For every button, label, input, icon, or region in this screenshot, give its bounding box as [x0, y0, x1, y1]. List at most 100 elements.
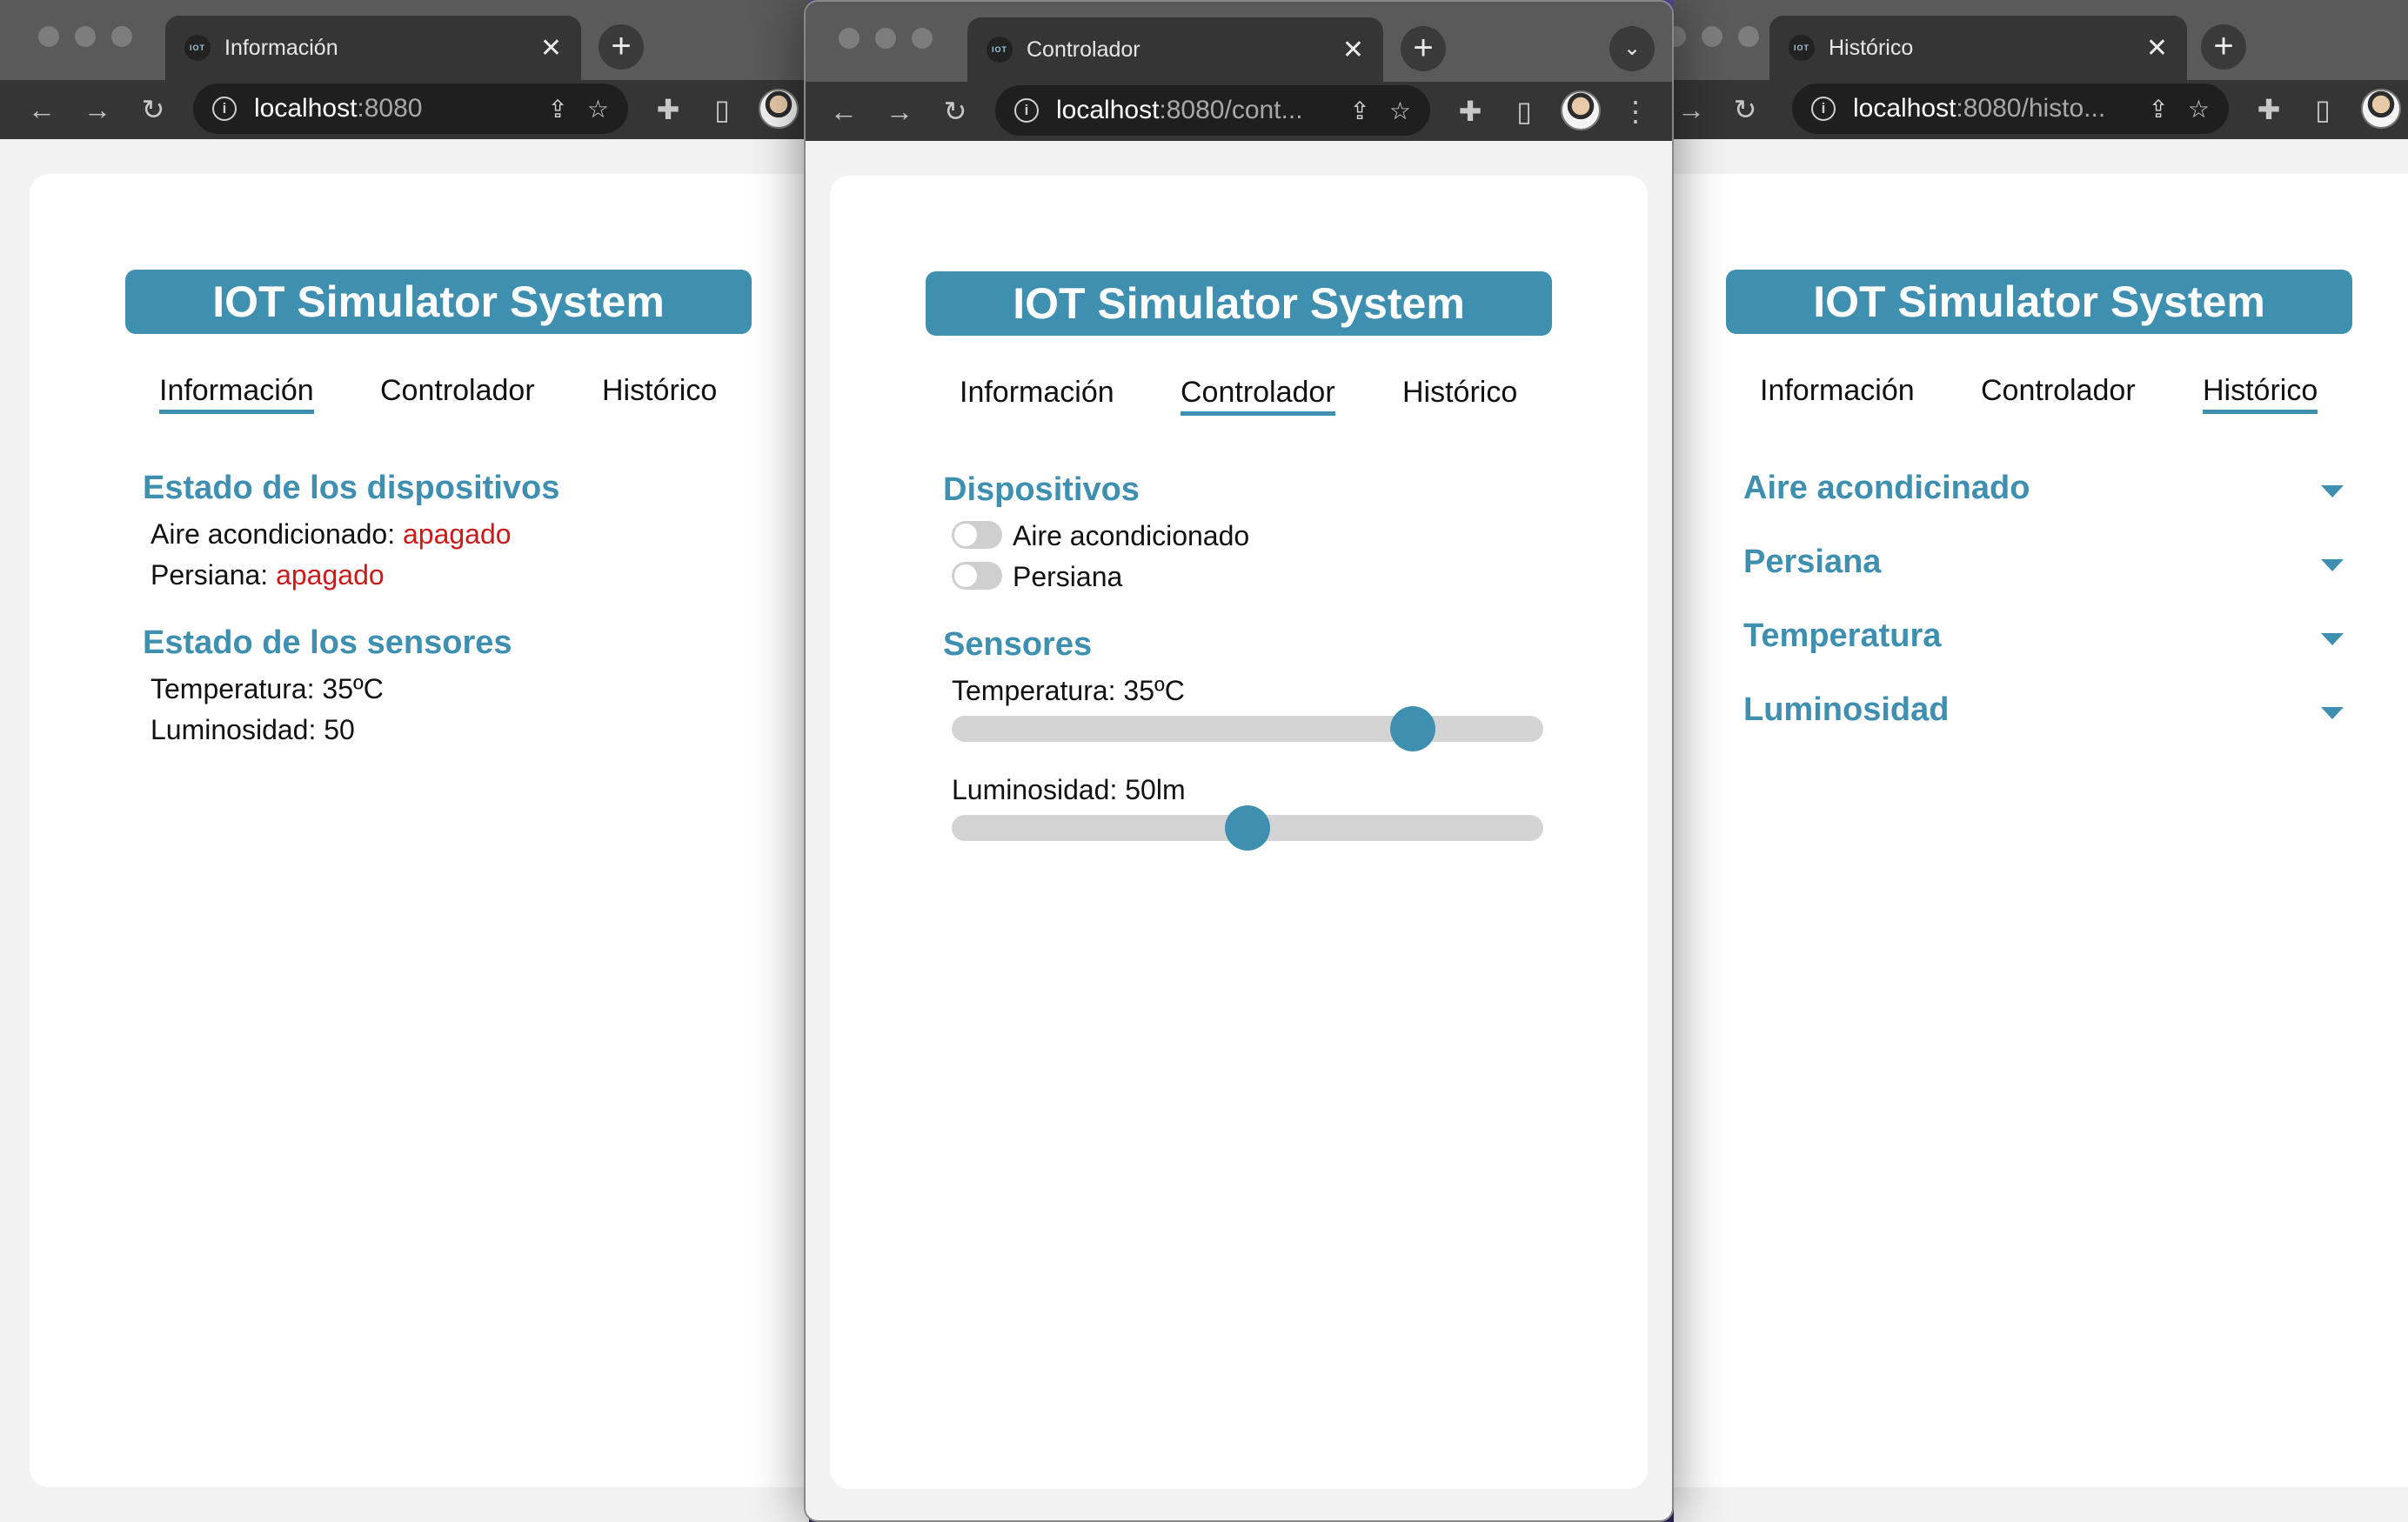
reload-icon[interactable]: ↻ [936, 92, 974, 130]
nav-link-informacion[interactable]: Información [960, 376, 1114, 410]
chevron-down-icon[interactable] [2321, 559, 2344, 571]
extensions-icon[interactable]: ✚ [649, 90, 687, 129]
favicon: IOT [184, 35, 211, 61]
close-icon[interactable]: ✕ [1342, 35, 1364, 65]
devices-title: Dispositivos [943, 471, 1140, 508]
toggle-aire[interactable] [952, 521, 1002, 549]
info-icon[interactable]: i [1811, 97, 1836, 121]
temperature-slider[interactable] [952, 706, 1543, 751]
chevron-down-icon[interactable]: ⌄ [1609, 26, 1655, 71]
page-content [1674, 174, 2408, 1487]
forward-icon[interactable]: → [880, 92, 919, 130]
nav-link-controlador[interactable]: Controlador [1181, 376, 1335, 416]
browser-window-history: IOT Histórico ✕ + → ↻ i localhost:8080/h… [1674, 0, 2408, 1522]
device-label: Persiana: [150, 559, 269, 591]
toggle-label: Aire acondicionado [1013, 520, 1250, 551]
window-controls[interactable] [839, 28, 933, 49]
back-icon[interactable]: ← [825, 92, 863, 130]
chevron-down-icon[interactable] [2321, 485, 2344, 497]
browser-tab-history[interactable]: IOT Histórico ✕ [1769, 16, 2187, 80]
avatar[interactable] [759, 89, 799, 129]
star-icon[interactable]: ☆ [587, 95, 609, 123]
avatar[interactable] [1561, 90, 1601, 130]
back-icon[interactable]: ← [23, 90, 61, 129]
address-bar[interactable]: i localhost:8080/cont... ⇪ ☆ [995, 85, 1430, 136]
device-label: Aire acondicionado: [150, 518, 396, 550]
toggle-persiana[interactable] [952, 562, 1002, 590]
nav-link-informacion[interactable]: Información [159, 374, 314, 414]
device-state: apagado [402, 518, 512, 550]
forward-icon[interactable]: → [1674, 90, 1710, 129]
app-title: IOT Simulator System [125, 270, 752, 334]
nav-link-historico[interactable]: Histórico [2203, 374, 2318, 414]
nav-link-informacion[interactable]: Información [1760, 374, 1915, 408]
browser-tab-controller[interactable]: IOT Controlador ✕ [967, 17, 1383, 82]
tab-title: Controlador [1027, 37, 1140, 62]
address-bar[interactable]: i localhost:8080 ⇪ ☆ [193, 83, 628, 134]
history-item-persiana[interactable]: Persiana [1743, 544, 1881, 581]
info-icon[interactable]: i [212, 97, 237, 121]
url-rest: :8080 [357, 94, 423, 123]
nav-link-historico[interactable]: Histórico [1402, 376, 1517, 410]
slider-label: Luminosidad: 50lm [952, 774, 1186, 805]
chevron-down-icon[interactable] [2321, 633, 2344, 645]
url-text: localhost:8080/histo... [1853, 94, 2148, 123]
tab-title: Histórico [1829, 35, 1914, 60]
address-bar[interactable]: i localhost:8080/histo... ⇪ ☆ [1792, 83, 2229, 134]
nav-link-controlador[interactable]: Controlador [380, 374, 535, 408]
browser-tab-info[interactable]: IOT Información ✕ [165, 16, 581, 80]
browser-window-controller: IOT Controlador ✕ + ⌄ ← → ↻ i localhost:… [804, 0, 1674, 1522]
device-status-line: Persiana: apagado [150, 559, 385, 591]
url-rest: :8080/cont... [1159, 96, 1303, 124]
toggle-label: Persiana [1013, 561, 1123, 592]
page-content [30, 174, 809, 1487]
reload-icon[interactable]: ↻ [134, 90, 172, 129]
slider-thumb[interactable] [1390, 706, 1436, 751]
sensors-title: Sensores [943, 626, 1093, 663]
extensions-icon[interactable]: ✚ [2250, 90, 2288, 129]
star-icon[interactable]: ☆ [2188, 95, 2210, 123]
plus-icon[interactable]: + [1401, 26, 1446, 71]
history-item-aire[interactable]: Aire acondicinado [1743, 470, 2030, 507]
history-item-temperatura[interactable]: Temperatura [1743, 617, 1941, 655]
devices-status-title: Estado de los dispositivos [143, 470, 560, 506]
close-icon[interactable]: ✕ [2146, 33, 2168, 63]
sensor-status-line: Temperatura: 35ºC [150, 673, 384, 704]
side-panel-icon[interactable]: ▯ [1505, 92, 1543, 130]
slider-thumb[interactable] [1225, 805, 1270, 851]
share-icon[interactable]: ⇪ [1349, 97, 1369, 125]
favicon: IOT [1789, 35, 1815, 61]
url-host: localhost [254, 94, 358, 123]
url-text: localhost:8080/cont... [1056, 96, 1349, 125]
nav-link-controlador[interactable]: Controlador [1981, 374, 2136, 408]
share-icon[interactable]: ⇪ [2148, 95, 2168, 123]
close-icon[interactable]: ✕ [540, 33, 562, 63]
avatar[interactable] [2361, 89, 2401, 129]
slider-label: Temperatura: 35ºC [952, 675, 1185, 706]
window-controls[interactable] [38, 26, 132, 47]
nav-link-historico[interactable]: Histórico [602, 374, 717, 408]
app-title: IOT Simulator System [1726, 270, 2352, 334]
extensions-icon[interactable]: ✚ [1451, 92, 1489, 130]
plus-icon[interactable]: + [599, 24, 644, 70]
sensor-status-line: Luminosidad: 50 [150, 714, 355, 745]
url-rest: :8080/histo... [1956, 94, 2106, 123]
chevron-down-icon[interactable] [2321, 707, 2344, 719]
plus-icon[interactable]: + [2201, 24, 2246, 70]
info-icon[interactable]: i [1014, 98, 1039, 123]
url-host: localhost [1056, 96, 1160, 124]
history-item-luminosidad[interactable]: Luminosidad [1743, 691, 1949, 729]
favicon: IOT [987, 37, 1013, 63]
forward-icon[interactable]: → [78, 90, 117, 129]
side-panel-icon[interactable]: ▯ [2304, 90, 2342, 129]
star-icon[interactable]: ☆ [1389, 97, 1411, 125]
window-controls[interactable] [1674, 26, 1759, 47]
device-state: apagado [276, 559, 385, 591]
luminosity-slider[interactable] [952, 805, 1543, 851]
side-panel-icon[interactable]: ▯ [703, 90, 741, 129]
sensors-status-title: Estado de los sensores [143, 624, 512, 661]
share-icon[interactable]: ⇪ [547, 95, 567, 123]
browser-window-info: IOT Información ✕ + ← → ↻ i localhost:80… [0, 0, 809, 1522]
reload-icon[interactable]: ↻ [1726, 90, 1764, 129]
kebab-menu-icon[interactable]: ⋮ [1616, 92, 1655, 130]
